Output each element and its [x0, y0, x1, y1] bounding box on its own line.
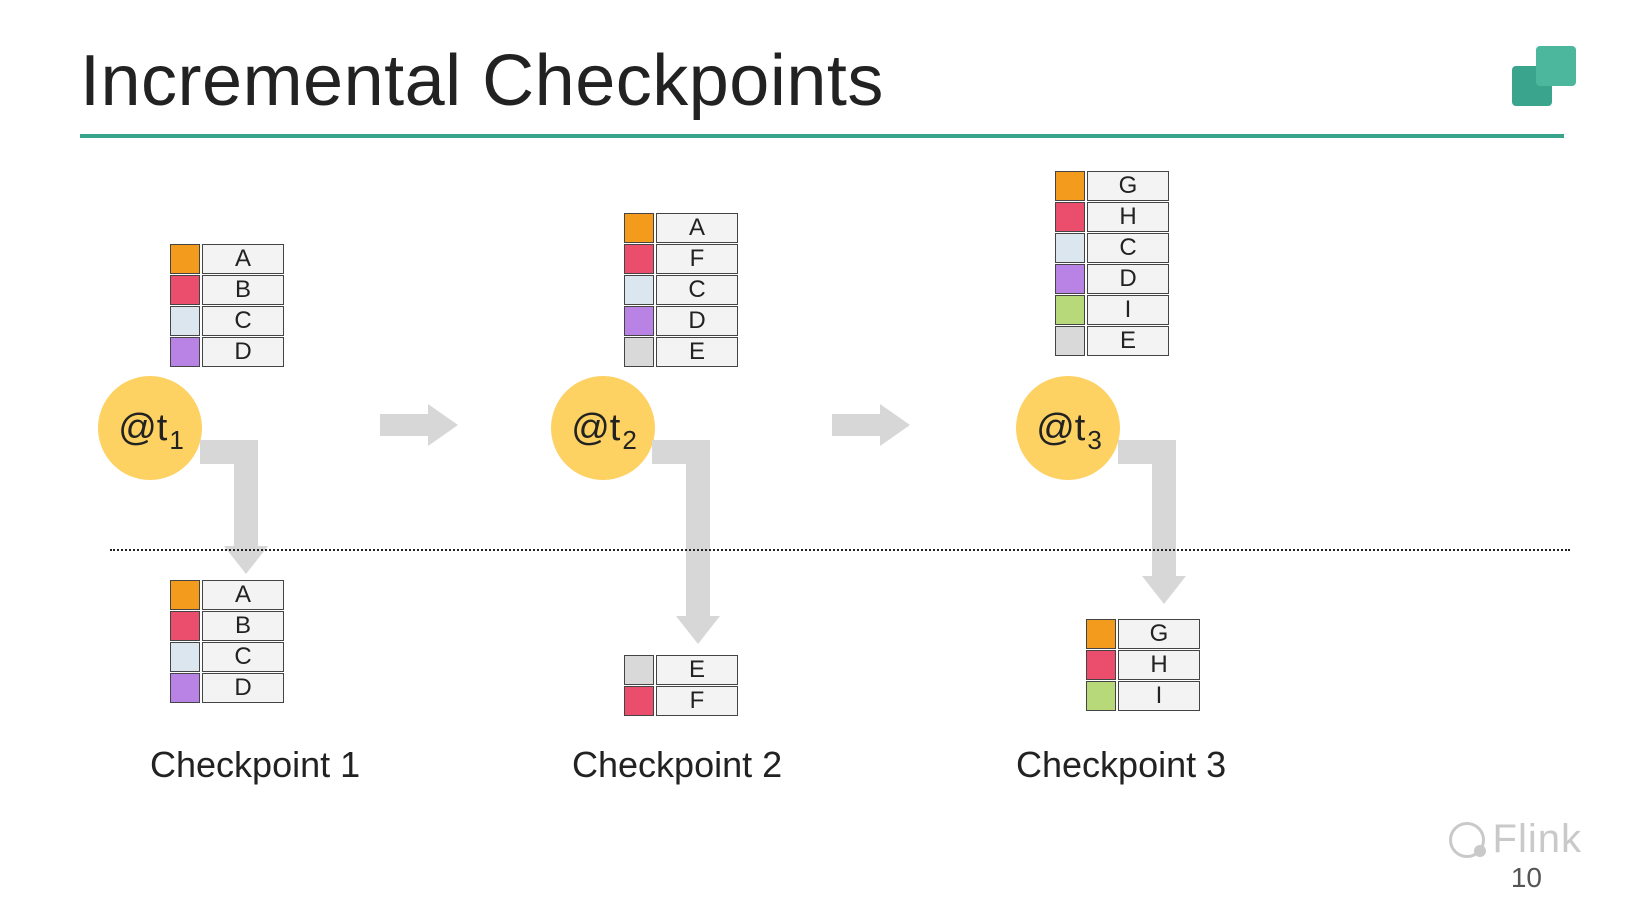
slide: Incremental Checkpoints ABCD AFCDE GHCDI…	[0, 0, 1642, 922]
row-color-swatch	[1055, 202, 1085, 232]
row-color-swatch	[1055, 233, 1085, 263]
row-color-swatch	[170, 244, 200, 274]
row-label: C	[1087, 233, 1169, 263]
row-label: E	[1087, 326, 1169, 356]
timepoint-t1: @t1	[98, 376, 202, 480]
table-row: H	[1055, 202, 1169, 232]
checkpoint-caption-2: Checkpoint 2	[572, 744, 782, 786]
row-color-swatch	[170, 306, 200, 336]
table-row: C	[1055, 233, 1169, 263]
table-row: H	[1086, 650, 1200, 680]
table-row: I	[1086, 681, 1200, 711]
row-color-swatch	[624, 306, 654, 336]
table-row: D	[1055, 264, 1169, 294]
row-color-swatch	[1055, 326, 1085, 356]
checkpoint-table-3: GHI	[1086, 619, 1200, 711]
table-row: E	[1055, 326, 1169, 356]
row-color-swatch	[1055, 264, 1085, 294]
row-label: B	[202, 611, 284, 641]
table-row: C	[624, 275, 738, 305]
table-row: B	[170, 611, 284, 641]
row-label: F	[656, 244, 738, 274]
row-color-swatch	[170, 580, 200, 610]
state-table-t1: ABCD	[170, 244, 284, 367]
row-label: A	[656, 213, 738, 243]
row-color-swatch	[170, 611, 200, 641]
row-label: D	[202, 673, 284, 703]
slide-title: Incremental Checkpoints	[80, 40, 884, 122]
row-label: C	[202, 642, 284, 672]
row-label: E	[656, 655, 738, 685]
row-color-swatch	[1086, 619, 1116, 649]
row-label: I	[1118, 681, 1200, 711]
row-color-swatch	[624, 275, 654, 305]
checkpoint-caption-1: Checkpoint 1	[150, 744, 360, 786]
table-row: A	[170, 244, 284, 274]
table-row: D	[624, 306, 738, 336]
arrow-right-1	[380, 404, 458, 444]
row-color-swatch	[624, 337, 654, 367]
row-color-swatch	[624, 655, 654, 685]
row-label: I	[1087, 295, 1169, 325]
row-color-swatch	[170, 673, 200, 703]
row-color-swatch	[624, 244, 654, 274]
arrow-right-2	[832, 404, 910, 444]
row-color-swatch	[1086, 681, 1116, 711]
row-label: H	[1118, 650, 1200, 680]
row-color-swatch	[624, 213, 654, 243]
row-label: G	[1087, 171, 1169, 201]
row-color-swatch	[170, 337, 200, 367]
table-row: F	[624, 244, 738, 274]
row-color-swatch	[170, 642, 200, 672]
table-row: E	[624, 655, 738, 685]
row-color-swatch	[1055, 171, 1085, 201]
row-label: C	[656, 275, 738, 305]
row-label: C	[202, 306, 284, 336]
page-number: 10	[1511, 862, 1542, 894]
row-color-swatch	[1086, 650, 1116, 680]
table-row: G	[1055, 171, 1169, 201]
logo-icon	[1512, 46, 1582, 110]
divider-dotted	[110, 549, 1570, 551]
title-underline	[80, 134, 1564, 138]
table-row: B	[170, 275, 284, 305]
row-label: A	[202, 244, 284, 274]
table-row: C	[170, 306, 284, 336]
state-table-t2: AFCDE	[624, 213, 738, 367]
table-row: D	[170, 673, 284, 703]
row-label: H	[1087, 202, 1169, 232]
table-row: F	[624, 686, 738, 716]
row-label: A	[202, 580, 284, 610]
watermark-icon	[1449, 822, 1485, 858]
table-row: E	[624, 337, 738, 367]
table-row: I	[1055, 295, 1169, 325]
row-color-swatch	[170, 275, 200, 305]
table-row: D	[170, 337, 284, 367]
row-label: D	[656, 306, 738, 336]
table-row: A	[624, 213, 738, 243]
row-color-swatch	[624, 686, 654, 716]
row-label: D	[202, 337, 284, 367]
row-label: D	[1087, 264, 1169, 294]
timepoint-t3: @t3	[1016, 376, 1120, 480]
checkpoint-caption-3: Checkpoint 3	[1016, 744, 1226, 786]
checkpoint-table-1: ABCD	[170, 580, 284, 703]
state-table-t3: GHCDIE	[1055, 171, 1169, 356]
table-row: G	[1086, 619, 1200, 649]
table-row: A	[170, 580, 284, 610]
row-label: B	[202, 275, 284, 305]
watermark: Flink	[1449, 817, 1582, 862]
row-color-swatch	[1055, 295, 1085, 325]
row-label: F	[656, 686, 738, 716]
timepoint-t2: @t2	[551, 376, 655, 480]
checkpoint-table-2: EF	[624, 655, 738, 716]
table-row: C	[170, 642, 284, 672]
row-label: E	[656, 337, 738, 367]
row-label: G	[1118, 619, 1200, 649]
